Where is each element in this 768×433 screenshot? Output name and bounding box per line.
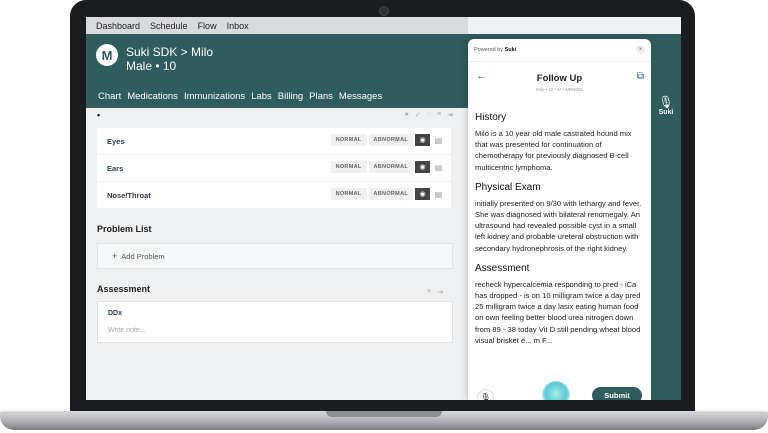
list-icon[interactable]: ≡ [427,288,431,296]
close-icon[interactable]: × [636,45,645,54]
exam-row-label: Nose/Throat [107,191,151,200]
assessment-title: Assessment [97,284,151,294]
menu-inbox[interactable]: Inbox [227,21,249,31]
tab-immunizations[interactable]: Immunizations [184,91,245,102]
suki-panel: Powered by Suki × ← Follow Up Milo • 10 … [468,39,651,400]
ddx-label: DDx [108,310,123,317]
list-icon[interactable]: ≡ [437,111,441,119]
note-content: History Milo is a 10 year old male castr… [475,106,645,355]
exam-row-controls: NORMAL ABNORMAL ◉ ▤ [330,161,443,173]
normal-button[interactable]: NORMAL [330,161,367,173]
section-heading-history: History [475,112,507,123]
section-body-assessment[interactable]: recheck hypercalcemia responding to pred… [475,279,645,346]
microphone-icon[interactable]: 🎙 [477,389,494,400]
tab-billing[interactable]: Billing [278,91,303,102]
abnormal-button[interactable]: ABNORMAL [368,161,413,173]
powered-by: Powered by Suki [474,47,516,53]
abnormal-button[interactable]: ABNORMAL [368,188,413,200]
ddx-editor[interactable]: DDx Write note... [97,301,453,343]
exam-header: • ● ✓ ◌ ≡ ⇥ [97,108,453,124]
section-heading-physical-exam: Physical Exam [475,181,541,193]
panel-title: Follow Up [536,73,583,84]
tab-messages[interactable]: Messages [339,91,382,102]
powered-by-text: Powered by [474,47,504,53]
suki-launcher[interactable]: 🎙 Suki [654,95,678,116]
add-problem-button[interactable]: + Add Problem [97,243,453,269]
exam-row-controls: NORMAL ABNORMAL ◉ ▤ [330,134,443,146]
section-body-physical-exam[interactable]: initially presented on 9/30 with letharg… [475,198,645,254]
suki-launcher-label: Suki [658,109,674,116]
plus-icon: + [112,251,118,261]
document-icon[interactable]: ▤ [434,189,443,200]
normal-button[interactable]: NORMAL [330,188,367,200]
side-strip [651,108,681,400]
check-icon[interactable]: ✓ [415,111,421,119]
eye-icon[interactable]: ◉ [415,188,430,200]
eye-icon[interactable]: ◉ [415,161,430,173]
menu-dashboard[interactable]: Dashboard [96,21,140,31]
tab-plans[interactable]: Plans [309,91,333,102]
submit-button[interactable]: Submit [592,387,642,400]
avatar-icon: M [96,44,118,66]
section-heading-assessment: Assessment [475,262,530,274]
menu-schedule[interactable]: Schedule [150,21,188,31]
collapse-icon[interactable]: ⇥ [447,111,453,119]
exam-row-controls: NORMAL ABNORMAL ◉ ▤ [330,188,443,200]
app-screen: Dashboard Schedule Flow Inbox M Suki SDK… [86,17,681,400]
exam-row-nose-throat: Nose/Throat NORMAL ABNORMAL ◉ ▤ [97,182,451,209]
panel-divider [468,61,651,62]
webcam [379,6,389,16]
add-problem-label: Add Problem [121,251,165,261]
copy-icon[interactable]: ⧉ [637,71,644,82]
eye-icon[interactable]: ◉ [415,134,430,146]
exam-row-ears: Ears NORMAL ABNORMAL ◉ ▤ [97,155,451,182]
assessment-toolbar: ≡ ⇥ [427,288,443,296]
laptop-notch [326,411,442,417]
patient-title: Suki SDK > Milo [126,45,214,59]
tab-chart[interactable]: Chart [98,91,121,102]
exam-toolbar: ● ✓ ◌ ≡ ⇥ [405,111,453,119]
tab-medications[interactable]: Medications [127,91,178,102]
patient-tabs: Chart Medications Immunizations Labs Bil… [98,91,388,102]
collapse-icon[interactable]: ⇥ [437,288,443,296]
problem-list-title: Problem List [97,224,152,234]
exam-row-label: Eyes [107,137,125,146]
suki-logo: Suki [504,47,517,53]
tab-labs[interactable]: Labs [251,91,272,102]
eye-off-icon[interactable]: ◌ [427,111,431,119]
section-body-history[interactable]: Milo is a 10 year old male castrated hou… [475,128,645,173]
normal-button[interactable]: NORMAL [330,134,367,146]
menu-flow[interactable]: Flow [198,21,217,31]
ddx-placeholder: Write note... [108,327,146,334]
microphone-icon: 🎙 [658,95,674,109]
document-icon[interactable]: ▤ [434,162,443,173]
document-icon[interactable]: ▤ [434,135,443,146]
recording-orb [542,381,570,400]
tag-icon[interactable]: ● [405,111,409,119]
panel-subtitle: Milo • 10 • M • MRN001 [536,87,583,92]
abnormal-button[interactable]: ABNORMAL [368,134,413,146]
exam-row-label: Ears [107,164,124,173]
exam-row-eyes: Eyes NORMAL ABNORMAL ◉ ▤ [97,128,451,155]
top-menubar: Dashboard Schedule Flow Inbox [86,17,468,34]
patient-subtitle: Male • 10 [126,59,177,73]
exam-marker: • [97,110,101,120]
